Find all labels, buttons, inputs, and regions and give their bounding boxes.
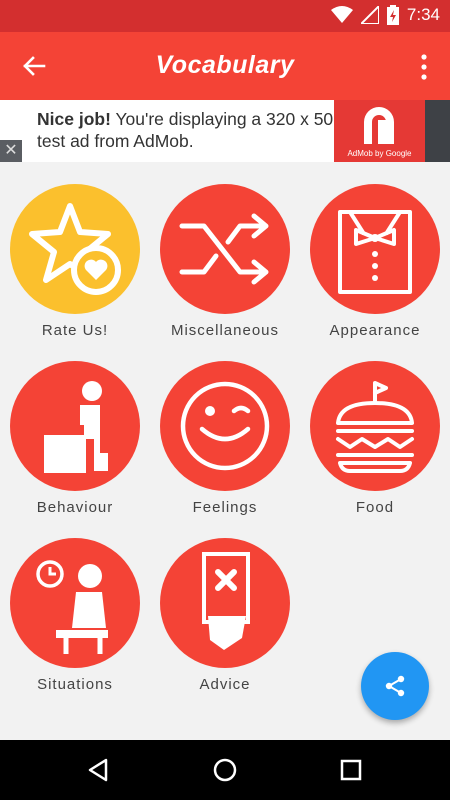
hand-card-icon xyxy=(202,552,250,650)
system-nav-bar xyxy=(0,740,450,800)
back-triangle-icon[interactable] xyxy=(84,755,114,785)
more-vert-icon[interactable] xyxy=(420,54,428,80)
tile-circle[interactable] xyxy=(310,361,440,491)
tile-rate-us[interactable]: Rate Us! xyxy=(0,162,150,339)
status-bar: 7:34 xyxy=(0,0,450,32)
tile-label: Behaviour xyxy=(36,499,114,516)
tile-circle[interactable] xyxy=(10,361,140,491)
signal-icon xyxy=(360,6,379,24)
status-time: 7:34 xyxy=(406,5,440,24)
tile-label: Appearance xyxy=(329,322,421,339)
tile-miscellaneous[interactable]: Miscellaneous xyxy=(150,162,300,339)
tile-circle[interactable] xyxy=(160,184,290,314)
app-bar: Vocabulary xyxy=(0,32,450,100)
admob-icon xyxy=(364,107,394,144)
tile-label: Food xyxy=(355,499,395,516)
tile-circle[interactable] xyxy=(10,184,140,314)
shirt-bowtie-icon xyxy=(338,210,412,294)
ad-banner[interactable]: Nice job! You're displaying a 320 x 50 t… xyxy=(0,100,450,162)
ad-headline: Nice job! xyxy=(37,109,111,129)
tile-appearance[interactable]: Appearance xyxy=(300,162,450,339)
wifi-icon xyxy=(330,6,353,23)
tile-food[interactable]: Food xyxy=(300,339,450,516)
seated-person-icon xyxy=(44,381,108,473)
tile-circle[interactable] xyxy=(310,184,440,314)
tile-label: Rate Us! xyxy=(41,322,109,339)
tile-situations[interactable]: Situations xyxy=(0,516,150,693)
burger-icon xyxy=(336,381,414,473)
shuffle-icon xyxy=(179,213,269,285)
share-icon xyxy=(385,675,405,697)
ad-close-button[interactable]: ✕ xyxy=(0,140,22,162)
ad-filler xyxy=(425,100,450,162)
share-button[interactable] xyxy=(361,652,429,720)
ad-text[interactable]: Nice job! You're displaying a 320 x 50 t… xyxy=(0,100,334,162)
ad-brand: AdMob by Google xyxy=(347,149,412,158)
tile-circle[interactable] xyxy=(160,361,290,491)
tile-label: Situations xyxy=(37,676,113,693)
battery-charging-icon xyxy=(386,5,399,25)
recents-square-icon[interactable] xyxy=(336,755,366,785)
tile-advice[interactable]: Advice xyxy=(150,516,300,693)
tile-label: Miscellaneous xyxy=(170,322,280,339)
home-circle-icon[interactable] xyxy=(210,755,240,785)
wink-face-icon xyxy=(180,381,270,471)
tile-circle[interactable] xyxy=(10,538,140,668)
tile-feelings[interactable]: Feelings xyxy=(150,339,300,516)
tile-label: Feelings xyxy=(192,499,258,516)
tile-label: Advice xyxy=(199,676,251,693)
waiting-room-icon xyxy=(36,560,108,654)
tile-behaviour[interactable]: Behaviour xyxy=(0,339,150,516)
admob-logo[interactable]: AdMob by Google xyxy=(334,100,425,162)
star-heart-icon xyxy=(29,203,121,295)
page-title: Vocabulary xyxy=(155,51,295,79)
tile-circle[interactable] xyxy=(160,538,290,668)
